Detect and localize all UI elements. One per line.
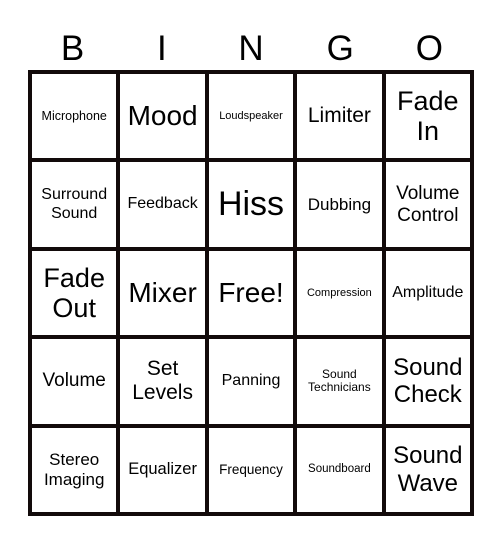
free-space-cell[interactable]: Free!	[208, 250, 294, 336]
bingo-cell[interactable]: Loudspeaker	[208, 74, 294, 159]
bingo-cell[interactable]: Feedback	[120, 162, 205, 247]
bingo-cell[interactable]: Fade Out	[32, 250, 117, 336]
bingo-cell[interactable]: Amplitude	[385, 250, 470, 336]
bingo-cell[interactable]: Compression	[297, 250, 382, 336]
bingo-cell[interactable]: Panning	[208, 339, 294, 424]
header-letter-b: B	[60, 29, 85, 68]
bingo-cell[interactable]: Mood	[120, 74, 205, 159]
header-letter-g: G	[326, 29, 354, 68]
bingo-cell[interactable]: Sound Wave	[385, 427, 470, 512]
bingo-grid: Microphone Mood Loudspeaker Limiter Fade…	[28, 70, 474, 516]
bingo-cell[interactable]: Surround Sound	[32, 162, 117, 247]
bingo-cell[interactable]: Volume	[32, 339, 117, 424]
bingo-cell[interactable]: Hiss	[208, 162, 294, 247]
bingo-cell[interactable]: Volume Control	[385, 162, 470, 247]
bingo-cell[interactable]: Frequency	[208, 427, 294, 512]
header-letter-o: O	[415, 29, 444, 68]
header-letter-i: I	[156, 29, 167, 68]
bingo-header: B I N G O	[28, 28, 474, 70]
bingo-cell[interactable]: Microphone	[32, 74, 117, 159]
bingo-cell[interactable]: Sound Technicians	[297, 339, 382, 424]
bingo-cell[interactable]: Limiter	[297, 74, 382, 159]
header-letter-n: N	[238, 29, 264, 68]
bingo-cell[interactable]: Fade In	[385, 74, 470, 159]
bingo-cell[interactable]: Stereo Imaging	[32, 427, 117, 512]
bingo-cell[interactable]: Sound Check	[385, 339, 470, 424]
bingo-cell[interactable]: Equalizer	[120, 427, 205, 512]
bingo-cell[interactable]: Set Levels	[120, 339, 205, 424]
bingo-cell[interactable]: Soundboard	[297, 427, 382, 512]
bingo-cell[interactable]: Dubbing	[297, 162, 382, 247]
bingo-cell[interactable]: Mixer	[120, 250, 205, 336]
